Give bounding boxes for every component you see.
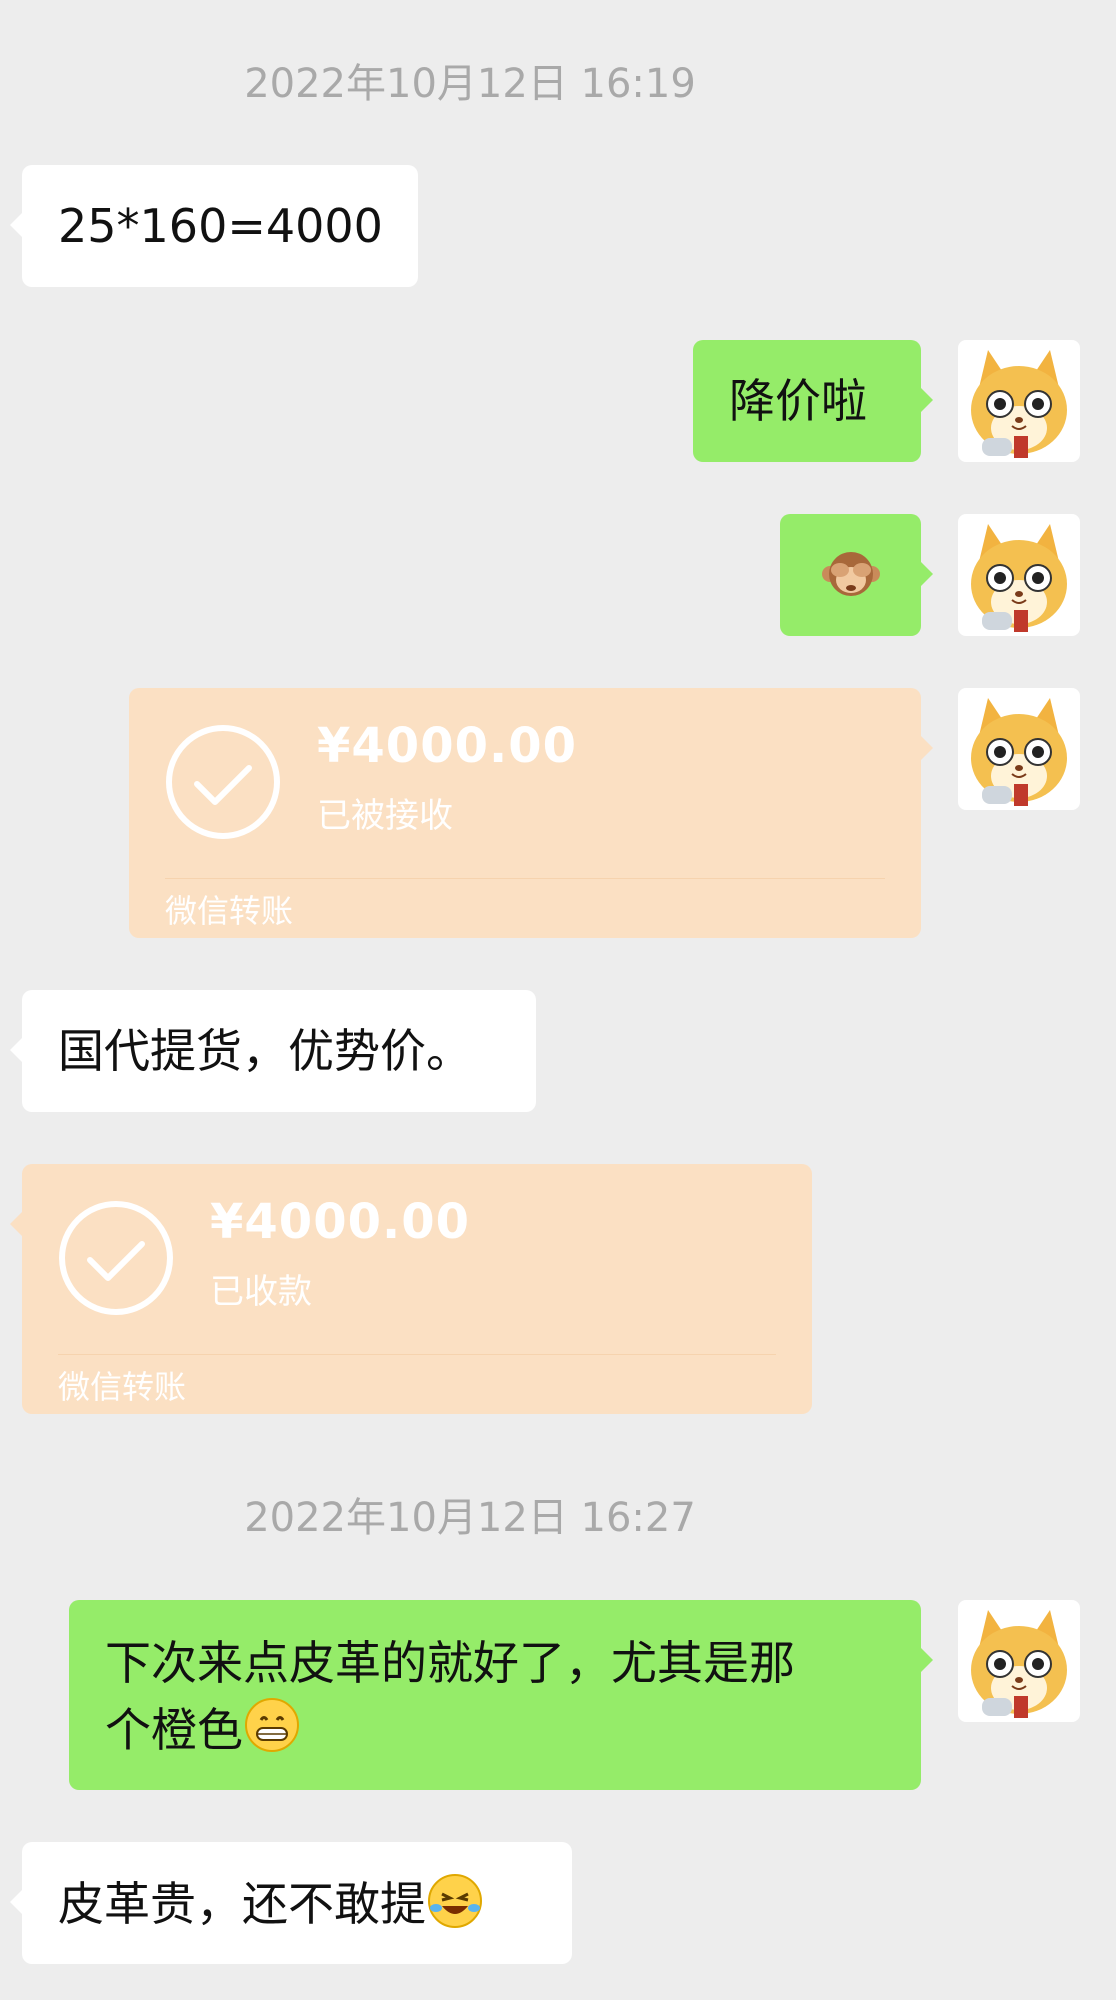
cat-avatar-icon[interactable] [958, 688, 1080, 810]
transfer-label: 微信转账 [58, 1368, 187, 1406]
check-circle-icon [59, 1201, 173, 1315]
message-bubble-sent[interactable] [780, 514, 933, 636]
transfer-status: 已收款 [210, 1272, 312, 1312]
message-text-wrap: 皮革贵，还不敢提 [58, 1872, 536, 1943]
message-bubble-sent[interactable]: 降价啦 [693, 340, 933, 462]
transfer-card-sent[interactable]: ¥4000.00 已被接收 微信转账 [129, 688, 933, 938]
transfer-card-received[interactable]: ¥4000.00 已收款 微信转账 [10, 1164, 812, 1414]
check-circle-icon [166, 725, 280, 839]
chat-timestamp: 2022年10月12日 16:19 [244, 61, 696, 107]
message-bubble-sent[interactable]: 下次来点皮革的就好了，尤其是那 个橙色 [69, 1600, 933, 1790]
message-text: 25*160=4000 [58, 199, 383, 253]
message-text: 降价啦 [729, 374, 867, 428]
cat-avatar-icon[interactable] [958, 340, 1080, 462]
chat-timestamp: 2022年10月12日 16:27 [244, 1495, 696, 1541]
cat-avatar-icon[interactable] [958, 1600, 1080, 1722]
divider [165, 878, 885, 879]
transfer-status: 已被接收 [317, 796, 453, 836]
message-bubble-received[interactable]: 国代提货，优势价。 [10, 990, 536, 1112]
message-bubble-received[interactable]: 25*160=4000 [10, 165, 418, 287]
message-text-line: 个橙色 [105, 1703, 243, 1757]
message-text-line2-wrap: 个橙色 [105, 1696, 885, 1771]
divider [58, 1354, 776, 1355]
message-text: 皮革贵，还不敢提 [58, 1877, 426, 1931]
message-text: 国代提货，优势价。 [58, 1024, 472, 1078]
transfer-amount: ¥4000.00 [210, 1194, 471, 1250]
see-no-evil-monkey-icon [820, 544, 882, 617]
grinning-face-icon [243, 1696, 301, 1771]
message-bubble-received[interactable]: 皮革贵，还不敢提 [10, 1842, 572, 1964]
message-text-line: 下次来点皮革的就好了，尤其是那 [105, 1636, 795, 1690]
transfer-amount: ¥4000.00 [317, 718, 578, 774]
laughing-tears-icon [426, 1872, 484, 1943]
cat-avatar-icon[interactable] [958, 514, 1080, 636]
transfer-label: 微信转账 [165, 892, 294, 930]
